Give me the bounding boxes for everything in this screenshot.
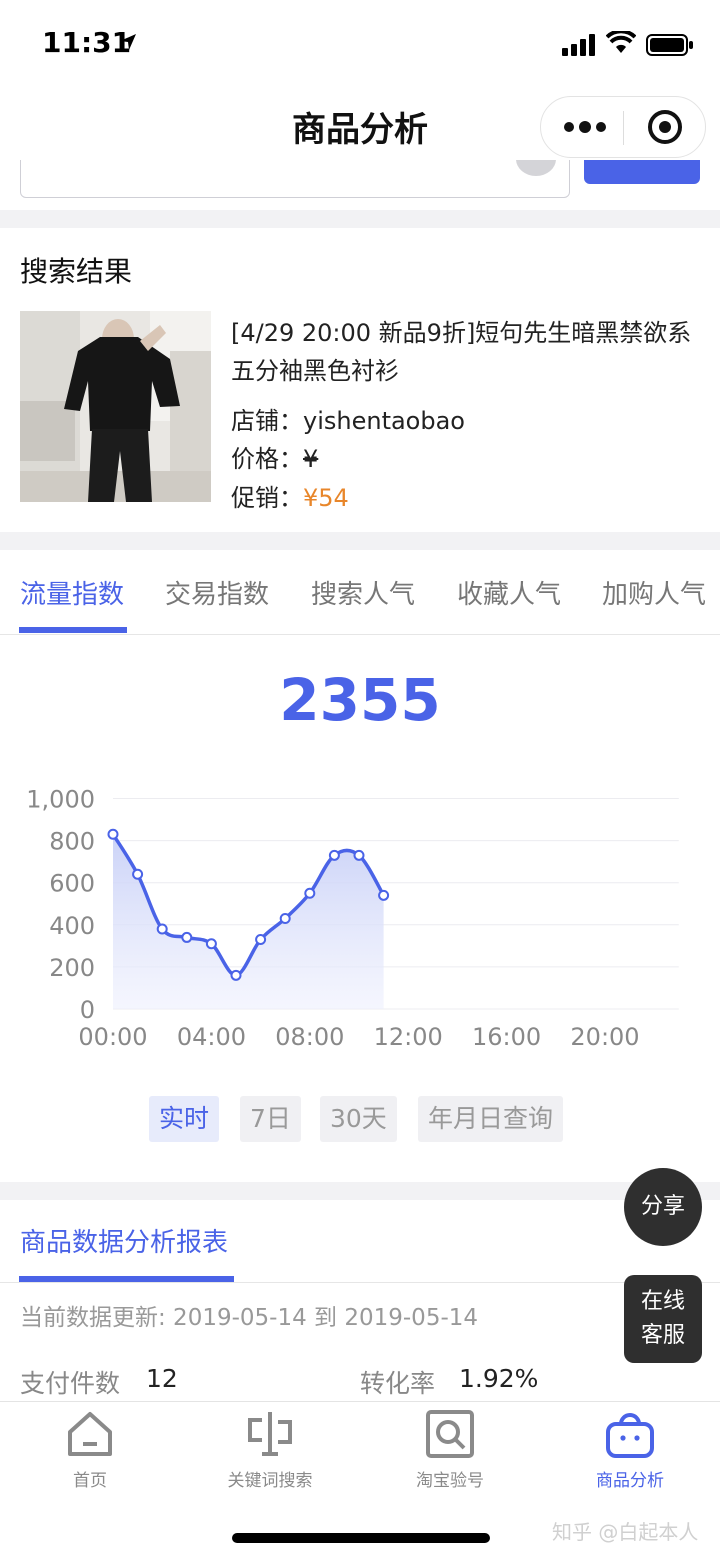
promo-label: 促销： <box>231 484 303 512</box>
close-mini-program-icon[interactable] <box>647 109 683 145</box>
tabbar-product-analysis[interactable]: 商品分析 <box>540 1408 720 1491</box>
shop-label: 店铺： <box>231 407 303 435</box>
status-bar: 11:31 <box>0 0 720 88</box>
data-update-range: 当前数据更新: 2019-05-14 到 2019-05-14 <box>20 1305 479 1331</box>
keyword-search-icon <box>248 1412 292 1456</box>
tabbar-keyword-search[interactable]: 关键词搜索 <box>180 1408 360 1491</box>
tab-traffic-index[interactable]: 流量指数 <box>20 574 124 611</box>
data-point <box>279 912 291 924</box>
stat-label-paid-items: 支付件数 <box>20 1369 121 1398</box>
service-label-line1: 在线 <box>640 1289 685 1314</box>
search-button[interactable] <box>584 160 700 184</box>
report-title[interactable]: 商品数据分析报表 <box>20 1222 228 1259</box>
data-point <box>107 828 119 840</box>
stat-value-paid-items: 12 <box>146 1364 178 1393</box>
index-value: 2355 <box>279 666 441 734</box>
y-tick-label: 200 <box>49 954 95 982</box>
tab-favorites-popularity[interactable]: 收藏人气 <box>457 574 561 611</box>
shop-value: yishentaobao <box>303 407 465 435</box>
y-tick-label: 800 <box>49 828 95 856</box>
data-point <box>156 923 168 935</box>
x-tick-label: 00:00 <box>78 1023 147 1051</box>
tabbar-label-product-analysis: 商品分析 <box>596 1471 664 1491</box>
shopping-bag-icon <box>606 1413 654 1458</box>
report-divider <box>0 1282 720 1283</box>
battery-icon <box>646 34 693 56</box>
mini-program-capsule <box>540 96 706 158</box>
search-result-title: 搜索结果 <box>20 255 133 288</box>
price-label: 价格： <box>231 445 303 473</box>
home-icon <box>68 1412 112 1456</box>
data-point <box>205 938 217 950</box>
tabbar-account-check[interactable]: 淘宝验号 <box>360 1408 540 1491</box>
account-check-icon <box>426 1410 474 1458</box>
search-row <box>0 160 720 210</box>
tab-search-popularity[interactable]: 搜索人气 <box>311 574 415 611</box>
stat-value-conversion-rate: 1.92% <box>459 1364 539 1393</box>
x-tick-label: 20:00 <box>570 1023 639 1051</box>
cellular-signal-icon <box>562 34 595 56</box>
shop-row: 店铺：yishentaobao <box>231 401 465 436</box>
data-point <box>304 887 316 899</box>
y-tick-label: 0 <box>80 996 95 1024</box>
location-arrow-icon <box>120 34 136 50</box>
data-point <box>328 849 340 861</box>
online-service-button[interactable]: 在线 客服 <box>624 1275 702 1363</box>
range-30d-button[interactable]: 30天 <box>320 1096 397 1142</box>
watermark: 知乎 @白起本人 <box>552 1520 699 1544</box>
range-date-query-button[interactable]: 年月日查询 <box>418 1096 564 1142</box>
home-indicator <box>232 1533 490 1543</box>
active-tab-indicator <box>19 627 127 633</box>
x-tick-label: 04:00 <box>177 1023 246 1051</box>
y-tick-label: 600 <box>49 870 95 898</box>
product-thumbnail[interactable] <box>20 311 211 502</box>
service-label-line2: 客服 <box>640 1323 685 1348</box>
y-tick-label: 1,000 <box>26 786 95 814</box>
series-area <box>113 834 384 1009</box>
share-button[interactable]: 分享 <box>624 1168 702 1246</box>
tabbar-home[interactable]: 首页 <box>0 1408 180 1491</box>
data-point <box>230 969 242 981</box>
range-7d-button[interactable]: 7日 <box>240 1096 301 1142</box>
data-point <box>378 889 390 901</box>
stat-label-conversion-rate: 转化率 <box>360 1369 436 1398</box>
product-name[interactable]: [4/29 20:00 新品9折]短句先生暗黑禁欲系五分袖黑色衬衫 <box>231 314 701 390</box>
tabbar-label-account-check: 淘宝验号 <box>416 1471 484 1491</box>
promo-value: ¥54 <box>303 484 349 512</box>
index-tabs: 流量指数 交易指数 搜索人气 收藏人气 加购人气 <box>0 550 720 635</box>
range-realtime-button[interactable]: 实时 <box>149 1096 220 1142</box>
x-tick-label: 16:00 <box>472 1023 541 1051</box>
wifi-icon <box>606 31 636 53</box>
data-point <box>132 868 144 880</box>
more-options-icon[interactable] <box>563 114 607 140</box>
traffic-chart: 0 200 400 600 800 1,000 00:00 04:00 08:00 12:00 16… <box>26 786 679 1051</box>
data-point <box>255 934 267 946</box>
search-input[interactable] <box>20 160 570 198</box>
x-tick-label: 12:00 <box>374 1023 443 1051</box>
promo-row: 促销：¥54 <box>231 478 349 513</box>
capsule-divider <box>623 111 624 145</box>
nav-bar: 商品分析 <box>0 88 720 160</box>
section-divider <box>0 210 720 228</box>
tab-transaction-index[interactable]: 交易指数 <box>165 574 269 611</box>
section-divider <box>0 532 720 550</box>
tab-cart-popularity[interactable]: 加购人气 <box>602 574 706 611</box>
section-divider <box>0 1182 720 1200</box>
price-value: ¥ <box>303 445 319 473</box>
data-point <box>181 931 193 943</box>
price-row: 价格：¥ <box>231 439 318 474</box>
y-tick-label: 400 <box>49 912 95 940</box>
tabbar-label-home: 首页 <box>73 1471 107 1491</box>
x-tick-label: 08:00 <box>275 1023 344 1051</box>
tabbar-label-keyword-search: 关键词搜索 <box>227 1471 313 1491</box>
data-point <box>353 849 365 861</box>
